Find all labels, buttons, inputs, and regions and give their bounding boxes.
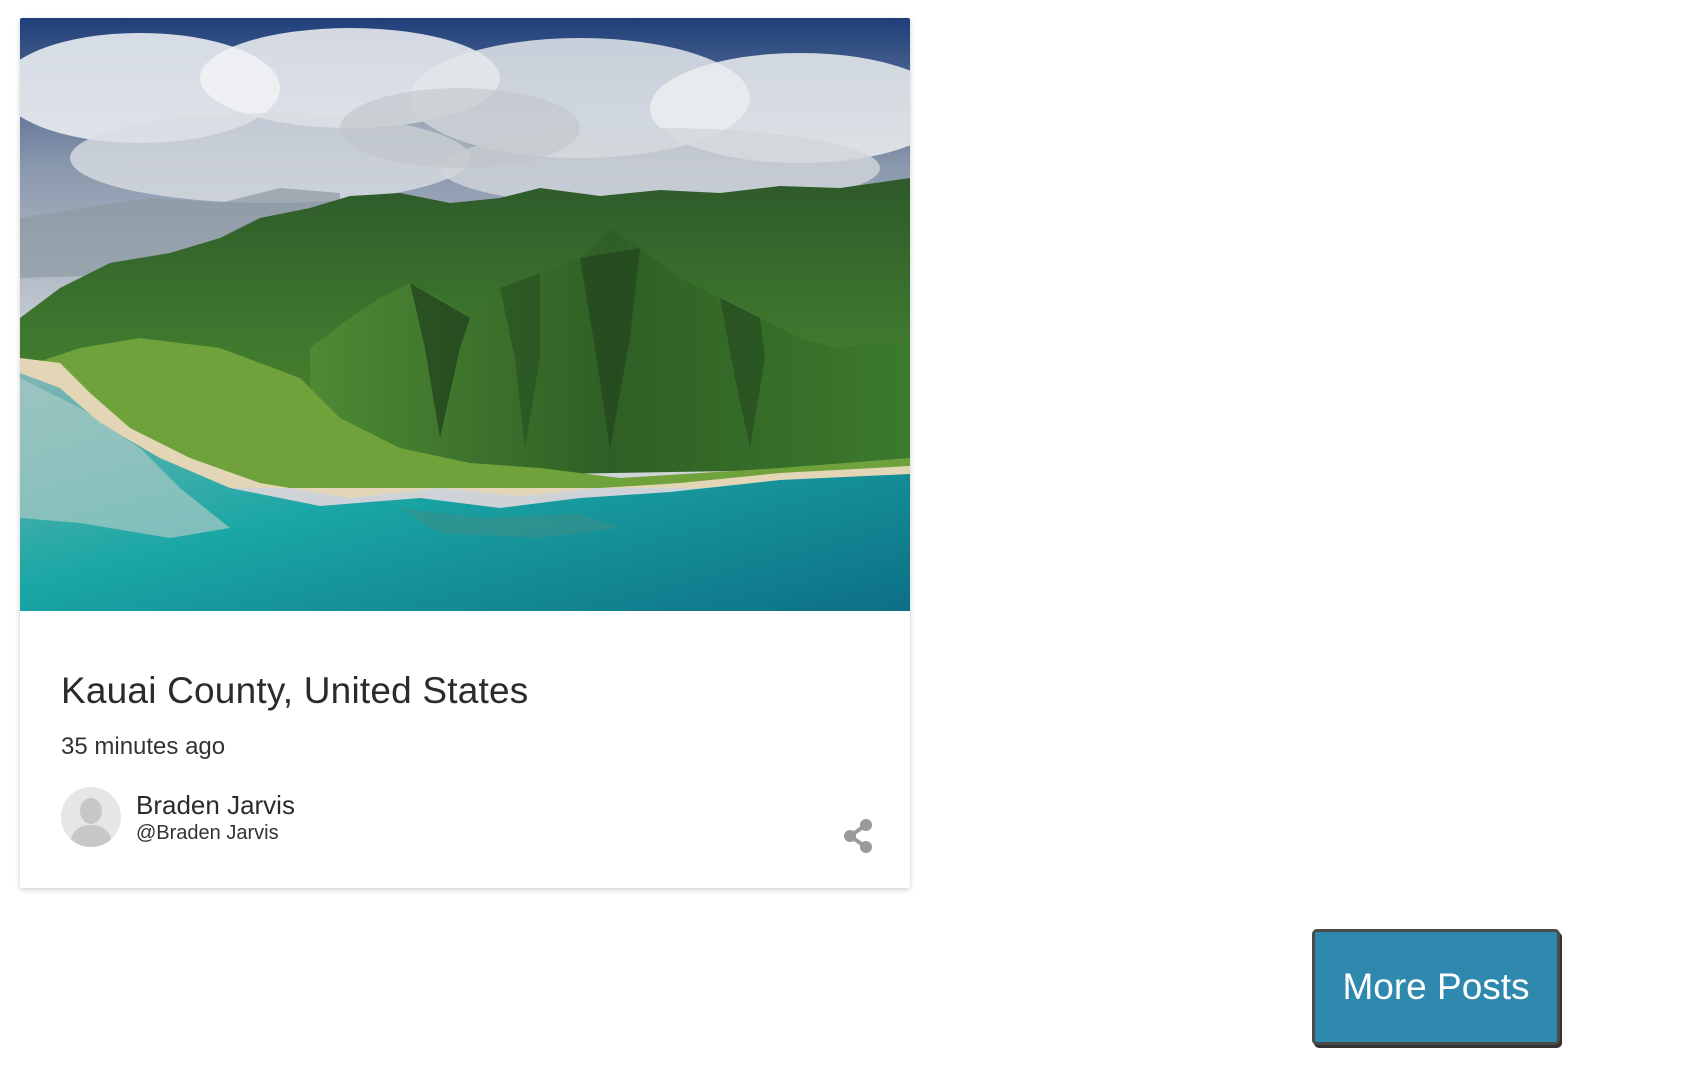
share-icon[interactable] — [842, 818, 874, 854]
avatar[interactable] — [61, 787, 121, 847]
author-name[interactable]: Braden Jarvis — [136, 789, 295, 821]
post-title: Kauai County, United States — [61, 670, 529, 711]
author-handle: @Braden Jarvis — [136, 822, 279, 844]
more-posts-button[interactable]: More Posts — [1312, 929, 1560, 1045]
author-details: Braden Jarvis @Braden Jarvis — [136, 789, 295, 845]
post-card: Kauai County, United States 35 minutes a… — [20, 18, 910, 888]
page: Kauai County, United States 35 minutes a… — [0, 0, 1684, 1068]
default-user-icon — [61, 787, 121, 847]
post-author: Braden Jarvis @Braden Jarvis — [61, 786, 295, 848]
post-photo[interactable] — [20, 18, 910, 611]
post-timestamp: 35 minutes ago — [61, 733, 226, 760]
